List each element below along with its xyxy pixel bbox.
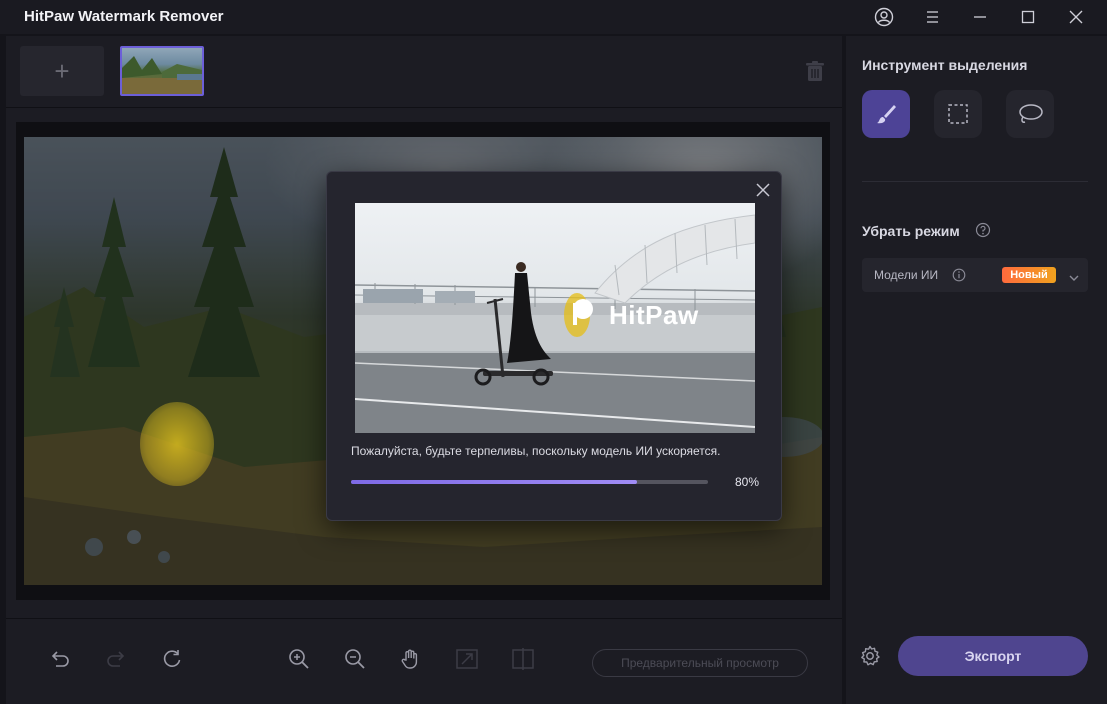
lasso-icon <box>1019 104 1043 123</box>
account-icon[interactable] <box>872 5 896 29</box>
maximize-icon[interactable] <box>1016 5 1040 29</box>
preview-button[interactable]: Предварительный просмотр <box>592 649 808 677</box>
close-icon[interactable] <box>755 182 771 198</box>
sample-video-preview: HitPaw <box>355 203 755 433</box>
help-icon[interactable] <box>975 222 991 238</box>
processing-dialog: HitPaw Пожалуйста, будьте терпеливы, пос… <box>326 171 782 521</box>
app-title: HitPaw Watermark Remover <box>24 8 224 25</box>
compare-icon[interactable] <box>511 647 535 671</box>
plus-icon: + <box>54 56 70 86</box>
pan-hand-icon[interactable] <box>399 647 423 671</box>
lasso-button[interactable] <box>1006 90 1054 138</box>
thumbnail-item[interactable] <box>120 46 204 96</box>
mode-select-value: Модели ИИ <box>874 268 939 282</box>
brush-tool-button[interactable] <box>862 90 910 138</box>
close-icon[interactable] <box>1064 5 1088 29</box>
export-button[interactable]: Экспорт <box>898 636 1088 676</box>
reset-icon[interactable] <box>160 647 184 671</box>
watermark-selection-mask <box>140 402 214 486</box>
right-panel: Инструмент выделения Убрать режим Модели… <box>846 36 1107 704</box>
fit-icon[interactable] <box>455 647 479 671</box>
title-bar: HitPaw Watermark Remover <box>0 0 1107 34</box>
rectangle-select-button[interactable] <box>934 90 982 138</box>
thumbnail-image <box>122 56 202 94</box>
thumbnail-strip: + <box>6 36 842 108</box>
settings-icon[interactable] <box>858 644 882 668</box>
progress-bar-fill <box>351 480 637 484</box>
zoom-out-icon[interactable] <box>343 647 367 671</box>
redo-icon[interactable] <box>104 647 128 671</box>
remove-mode-title: Убрать режим <box>862 223 960 239</box>
add-file-button[interactable]: + <box>20 46 104 96</box>
processing-message: Пожалуйста, будьте терпеливы, поскольку … <box>351 444 721 458</box>
mode-select[interactable]: Модели ИИ Новый <box>862 258 1088 292</box>
zoom-in-icon[interactable] <box>287 647 311 671</box>
delete-icon[interactable] <box>804 60 826 84</box>
undo-icon[interactable] <box>48 647 72 671</box>
minimize-icon[interactable] <box>968 5 992 29</box>
bottom-toolbar: Предварительный просмотр <box>6 618 842 704</box>
chevron-down-icon <box>1068 270 1080 281</box>
info-icon[interactable] <box>952 268 966 282</box>
selection-tool-title: Инструмент выделения <box>862 57 1028 73</box>
watermark-text: HitPaw <box>609 300 699 330</box>
progress-bar <box>351 480 708 484</box>
brush-icon <box>877 105 896 124</box>
new-badge: Новый <box>1002 267 1056 283</box>
rectangle-select-icon <box>948 104 968 124</box>
progress-percent: 80% <box>735 475 760 489</box>
menu-icon[interactable] <box>920 5 944 29</box>
divider <box>862 181 1088 182</box>
